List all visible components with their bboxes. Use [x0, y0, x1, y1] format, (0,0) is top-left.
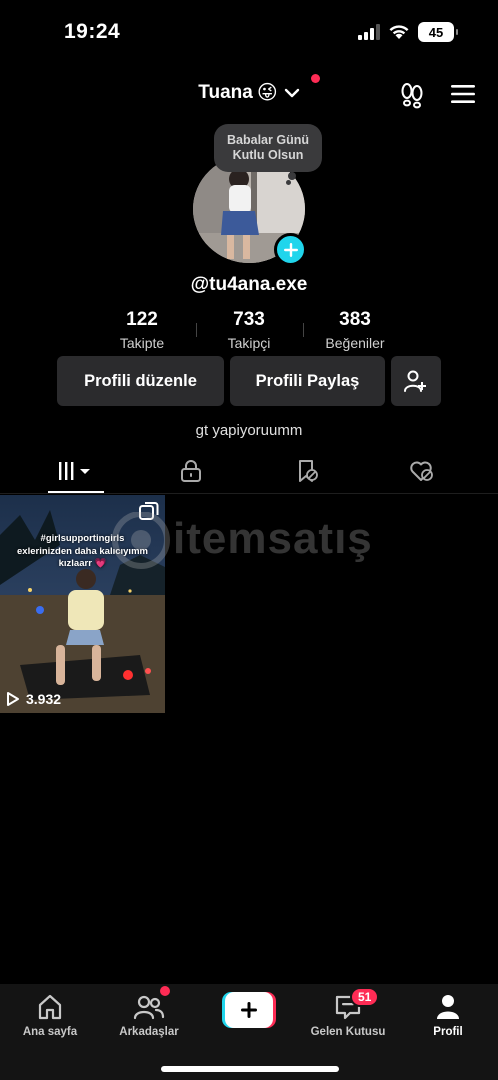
menu-icon[interactable]: [450, 82, 476, 106]
profile-bio: gt yapiyoruumm: [195, 422, 303, 439]
profile-icon: [437, 995, 459, 1019]
grid-icon: [59, 462, 90, 480]
profile-username: Tuana: [198, 81, 253, 103]
plus-icon: [283, 242, 298, 257]
nav-friends[interactable]: Arkadaşlar: [99, 990, 199, 1038]
chevron-down-icon: [284, 88, 299, 97]
battery-indicator: 45: [418, 22, 458, 42]
status-time: 19:24: [64, 20, 121, 43]
note-line-1: Babalar Günü: [227, 133, 309, 147]
signal-icon: [358, 24, 380, 40]
edit-profile-button[interactable]: Profili düzenle: [57, 356, 224, 406]
view-count: 3.932: [26, 691, 62, 707]
status-icons: 45: [358, 22, 458, 42]
video-view-count: 3.932: [6, 691, 61, 707]
profile-header: Tuana 😜: [0, 72, 498, 116]
stat-label: Takipte: [119, 335, 165, 351]
username-emoji: 😜: [256, 82, 278, 104]
stat-value: 122: [126, 309, 158, 330]
tab-private[interactable]: [129, 448, 253, 494]
home-indicator[interactable]: [161, 1066, 339, 1072]
bookmark-hidden-icon: [299, 460, 318, 482]
wifi-icon: [389, 25, 409, 39]
stat-followers[interactable]: 733 Takipçi: [194, 309, 304, 351]
nav-profile[interactable]: Profil: [398, 990, 498, 1038]
stat-label: Beğeniler: [325, 335, 385, 351]
stat-label: Takipçi: [227, 335, 271, 351]
watermark: itemsatış: [105, 511, 405, 572]
profile-note-bubble[interactable]: Babalar Günü Kutlu Olsun: [214, 124, 322, 172]
create-button[interactable]: [222, 992, 276, 1028]
status-bar: 19:24 45: [0, 0, 498, 66]
note-tail: [288, 172, 296, 180]
watermark-text: itemsatış: [173, 514, 373, 563]
play-icon: [7, 692, 19, 706]
tab-liked[interactable]: [360, 448, 484, 494]
profile-handle: @tu4ana.exe: [190, 274, 308, 295]
nav-label: Gelen Kutusu: [310, 1026, 386, 1038]
create-plus-icon: [222, 992, 276, 1028]
stat-value: 733: [233, 309, 265, 330]
nav-label: Profil: [433, 1026, 463, 1038]
nav-label: Ana sayfa: [22, 1026, 78, 1038]
profile-tabs: [0, 448, 498, 494]
add-friend-button[interactable]: [391, 356, 441, 406]
nav-home[interactable]: Ana sayfa: [0, 990, 100, 1038]
stat-following[interactable]: 122 Takipte: [87, 309, 197, 351]
home-icon: [38, 994, 62, 1020]
tab-videos[interactable]: [14, 448, 138, 494]
active-tab-indicator: [48, 491, 104, 493]
add-story-button[interactable]: [274, 233, 307, 266]
lock-icon: [181, 460, 201, 482]
heart-hidden-icon: [410, 461, 433, 481]
stat-value: 383: [339, 309, 371, 330]
footprints-icon[interactable]: [398, 81, 426, 109]
add-user-icon: [404, 370, 426, 392]
friends-notification-dot: [160, 986, 170, 996]
note-tail-small: [286, 180, 291, 185]
note-line-2: Kutlu Olsun: [232, 148, 304, 162]
share-profile-button[interactable]: Profili Paylaş: [230, 356, 385, 406]
nav-label: Arkadaşlar: [119, 1026, 179, 1038]
inbox-badge: 51: [350, 987, 380, 1007]
notification-dot: [311, 74, 320, 83]
tab-saved[interactable]: [246, 448, 370, 494]
stat-likes[interactable]: 383 Beğeniler: [300, 309, 410, 351]
friends-icon: [133, 995, 165, 1020]
nav-inbox[interactable]: Gelen Kutusu: [298, 990, 398, 1038]
